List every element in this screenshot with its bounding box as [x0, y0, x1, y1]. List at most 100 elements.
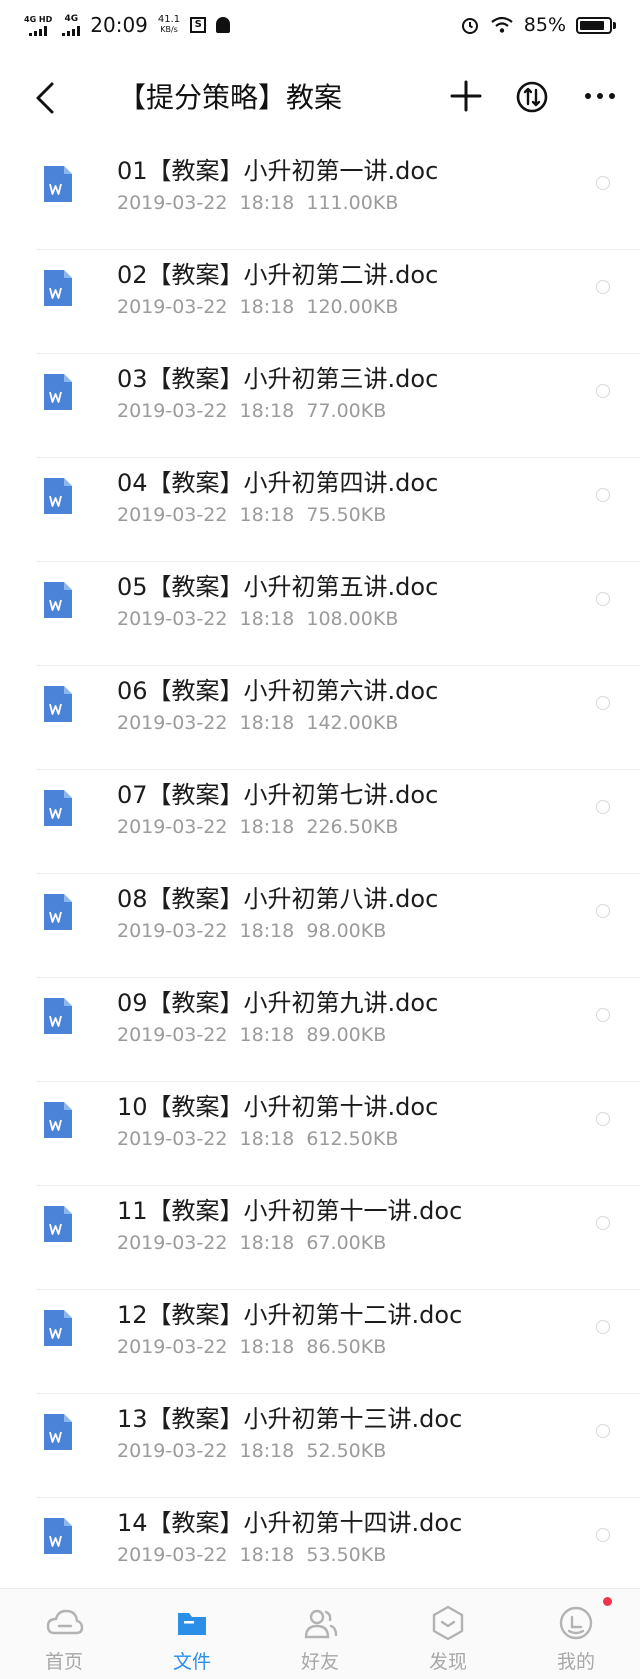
file-size: 53.50KB — [306, 1544, 387, 1566]
file-date: 2019-03-22 — [117, 1024, 228, 1046]
select-checkbox[interactable] — [596, 1216, 610, 1230]
file-size: 108.00KB — [306, 608, 399, 630]
file-name: 10【教案】小升初第十讲.doc — [117, 1093, 439, 1121]
file-size: 89.00KB — [306, 1024, 387, 1046]
file-row[interactable]: 08【教案】小升初第八讲.doc 2019-03-22 18:18 98.00K… — [0, 874, 640, 978]
file-meta: 2019-03-22 18:18 67.00KB — [117, 1230, 386, 1256]
file-row[interactable]: 09【教案】小升初第九讲.doc 2019-03-22 18:18 89.00K… — [0, 978, 640, 1082]
file-meta: 2019-03-22 18:18 612.50KB — [117, 1126, 398, 1152]
file-date: 2019-03-22 — [117, 192, 228, 214]
file-size: 226.50KB — [306, 816, 399, 838]
signal-4g-hd-icon: 4G HD — [24, 14, 52, 36]
add-icon[interactable] — [446, 76, 486, 116]
file-name: 01【教案】小升初第一讲.doc — [117, 157, 439, 185]
file-size: 120.00KB — [306, 296, 399, 318]
word-doc-icon — [44, 998, 72, 1034]
select-checkbox[interactable] — [596, 1112, 610, 1126]
select-checkbox[interactable] — [596, 1424, 610, 1438]
nav-item-3[interactable]: 发现 — [384, 1589, 512, 1679]
file-date: 2019-03-22 — [117, 400, 228, 422]
word-doc-icon — [44, 894, 72, 930]
file-size: 142.00KB — [306, 712, 399, 734]
file-row[interactable]: 14【教案】小升初第十四讲.doc 2019-03-22 18:18 53.50… — [0, 1498, 640, 1602]
file-time: 18:18 — [239, 400, 295, 422]
signal-4g-icon: 4G — [62, 14, 81, 36]
file-time: 18:18 — [239, 296, 295, 318]
file-time: 18:18 — [239, 1336, 295, 1358]
select-checkbox[interactable] — [596, 176, 610, 190]
file-time: 18:18 — [239, 920, 295, 942]
file-row[interactable]: 12【教案】小升初第十二讲.doc 2019-03-22 18:18 86.50… — [0, 1290, 640, 1394]
file-meta: 2019-03-22 18:18 86.50KB — [117, 1334, 386, 1360]
file-time: 18:18 — [239, 712, 295, 734]
signal-label: 4G HD — [24, 15, 53, 24]
select-checkbox[interactable] — [596, 1528, 610, 1542]
status-left: 4G HD 4G 20:09 41.1 KB/s S — [24, 13, 231, 37]
file-time: 18:18 — [239, 1544, 295, 1566]
select-checkbox[interactable] — [596, 488, 610, 502]
file-date: 2019-03-22 — [117, 816, 228, 838]
file-size: 98.00KB — [306, 920, 387, 942]
file-row[interactable]: 05【教案】小升初第五讲.doc 2019-03-22 18:18 108.00… — [0, 562, 640, 666]
file-row[interactable]: 02【教案】小升初第二讲.doc 2019-03-22 18:18 120.00… — [0, 250, 640, 354]
word-doc-icon — [44, 1310, 72, 1346]
file-name: 08【教案】小升初第八讲.doc — [117, 885, 439, 913]
file-row[interactable]: 04【教案】小升初第四讲.doc 2019-03-22 18:18 75.50K… — [0, 458, 640, 562]
file-name: 05【教案】小升初第五讲.doc — [117, 573, 439, 601]
file-date: 2019-03-22 — [117, 920, 228, 942]
file-row[interactable]: 03【教案】小升初第三讲.doc 2019-03-22 18:18 77.00K… — [0, 354, 640, 458]
file-row[interactable]: 13【教案】小升初第十三讲.doc 2019-03-22 18:18 52.50… — [0, 1394, 640, 1498]
net-speed-value: 41.1 — [157, 14, 181, 25]
word-doc-icon — [44, 166, 72, 202]
status-right: 85% — [460, 14, 616, 36]
select-checkbox[interactable] — [596, 280, 610, 294]
file-meta: 2019-03-22 18:18 108.00KB — [117, 606, 398, 632]
select-checkbox[interactable] — [596, 904, 610, 918]
battery-percent: 85% — [523, 14, 566, 36]
word-doc-icon — [44, 1518, 72, 1554]
select-checkbox[interactable] — [596, 592, 610, 606]
folder-icon — [178, 1613, 206, 1635]
select-checkbox[interactable] — [596, 384, 610, 398]
clock: 20:09 — [90, 13, 148, 37]
file-date: 2019-03-22 — [117, 712, 228, 734]
friends-icon — [304, 1609, 338, 1639]
file-date: 2019-03-22 — [117, 504, 228, 526]
select-checkbox[interactable] — [596, 1320, 610, 1334]
file-row[interactable]: 11【教案】小升初第十一讲.doc 2019-03-22 18:18 67.00… — [0, 1186, 640, 1290]
file-name: 09【教案】小升初第九讲.doc — [117, 989, 439, 1017]
nav-item-1[interactable]: 文件 — [128, 1589, 256, 1679]
page-title: 【提分策略】教案 — [118, 81, 343, 114]
word-doc-icon — [44, 790, 72, 826]
word-doc-icon — [44, 478, 72, 514]
nav-label: 发现 — [428, 1651, 467, 1673]
select-checkbox[interactable] — [596, 1008, 610, 1022]
file-date: 2019-03-22 — [117, 608, 228, 630]
file-time: 18:18 — [239, 1024, 295, 1046]
more-options-icon[interactable] — [580, 76, 620, 116]
file-row[interactable]: 10【教案】小升初第十讲.doc 2019-03-22 18:18 612.50… — [0, 1082, 640, 1186]
nav-item-0[interactable]: 首页 — [0, 1589, 128, 1679]
file-row[interactable]: 01【教案】小升初第一讲.doc 2019-03-22 18:18 111.00… — [0, 146, 640, 250]
file-meta: 2019-03-22 18:18 75.50KB — [117, 502, 386, 528]
battery-icon — [576, 16, 616, 34]
select-checkbox[interactable] — [596, 800, 610, 814]
file-row[interactable]: 07【教案】小升初第七讲.doc 2019-03-22 18:18 226.50… — [0, 770, 640, 874]
file-meta: 2019-03-22 18:18 89.00KB — [117, 1022, 386, 1048]
nav-item-2[interactable]: 好友 — [256, 1589, 384, 1679]
file-row[interactable]: 06【教案】小升初第六讲.doc 2019-03-22 18:18 142.00… — [0, 666, 640, 770]
file-size: 67.00KB — [306, 1232, 387, 1254]
file-name: 07【教案】小升初第七讲.doc — [117, 781, 439, 809]
select-checkbox[interactable] — [596, 696, 610, 710]
file-time: 18:18 — [239, 608, 295, 630]
file-date: 2019-03-22 — [117, 1232, 228, 1254]
file-name: 04【教案】小升初第四讲.doc — [117, 469, 439, 497]
sort-icon[interactable] — [515, 80, 549, 114]
nav-item-4[interactable]: 我的 — [512, 1589, 640, 1679]
word-doc-icon — [44, 686, 72, 722]
file-date: 2019-03-22 — [117, 296, 228, 318]
file-size: 77.00KB — [306, 400, 387, 422]
word-doc-icon — [44, 1102, 72, 1138]
back-arrow-icon[interactable] — [28, 78, 64, 118]
file-meta: 2019-03-22 18:18 77.00KB — [117, 398, 386, 424]
